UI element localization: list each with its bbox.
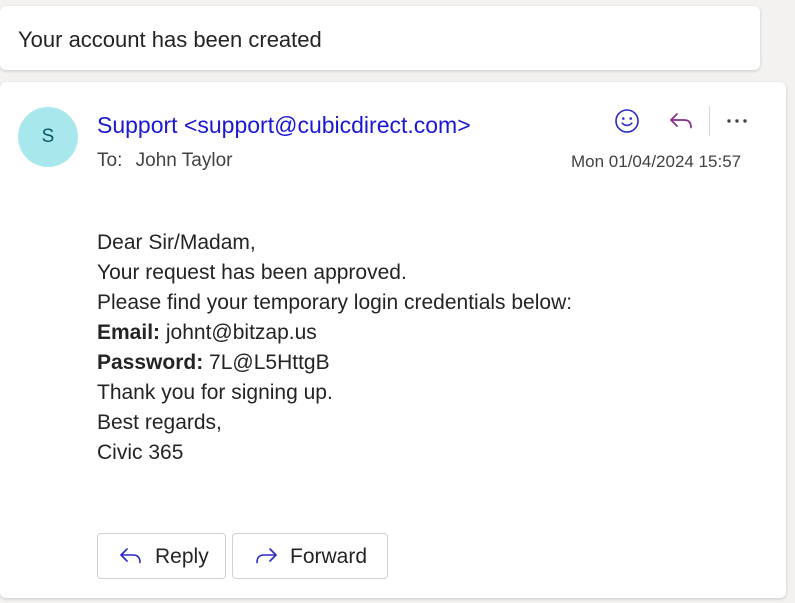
sent-date: Mon 01/04/2024 15:57 xyxy=(571,152,742,171)
sender-avatar[interactable]: S xyxy=(18,107,78,167)
body-line: Your request has been approved. xyxy=(97,261,407,284)
forward-arrow-icon xyxy=(256,548,277,564)
reply-button-label: Reply xyxy=(155,545,209,568)
body-line: Please find your temporary login credent… xyxy=(97,291,573,314)
subject-header: Your account has been created xyxy=(0,6,760,70)
reply-icon-button[interactable] xyxy=(665,105,697,137)
password-label: Password: xyxy=(97,351,204,374)
reply-arrow-icon xyxy=(670,113,692,129)
more-actions-button[interactable] xyxy=(721,105,753,137)
forward-button-label: Forward xyxy=(290,545,368,568)
body-line: Thank you for signing up. xyxy=(97,381,333,404)
email-credential-line: Email: johnt@bitzap.us xyxy=(97,318,572,348)
reply-arrow-icon xyxy=(120,548,141,564)
message-card: S Support <support@cubicdirect.com> To: … xyxy=(0,82,786,598)
email-label: Email: xyxy=(97,321,161,344)
body-greeting: Dear Sir/Madam, xyxy=(97,231,256,254)
email-subject: Your account has been created xyxy=(18,27,322,52)
sender-name[interactable]: Support <support@cubicdirect.com> xyxy=(97,111,471,139)
ellipsis-icon xyxy=(727,119,747,123)
body-closing: Best regards, xyxy=(97,411,222,434)
reply-button[interactable]: Reply xyxy=(97,533,226,579)
body-signature: Civic 365 xyxy=(97,441,184,464)
forward-button[interactable]: Forward xyxy=(232,533,388,579)
recipient-line: To: John Taylor xyxy=(97,149,232,173)
password-value: 7L@L5HttgB xyxy=(209,351,330,374)
smiley-icon xyxy=(615,109,639,133)
password-credential-line: Password: 7L@L5HttgB xyxy=(97,348,572,378)
recipient-name[interactable]: John Taylor xyxy=(136,150,233,171)
toolbar-divider xyxy=(709,106,710,136)
email-value: johnt@bitzap.us xyxy=(165,321,317,344)
emoji-reaction-button[interactable] xyxy=(611,105,643,137)
to-label: To: xyxy=(97,150,123,171)
message-body: Dear Sir/Madam, Your request has been ap… xyxy=(97,228,572,468)
